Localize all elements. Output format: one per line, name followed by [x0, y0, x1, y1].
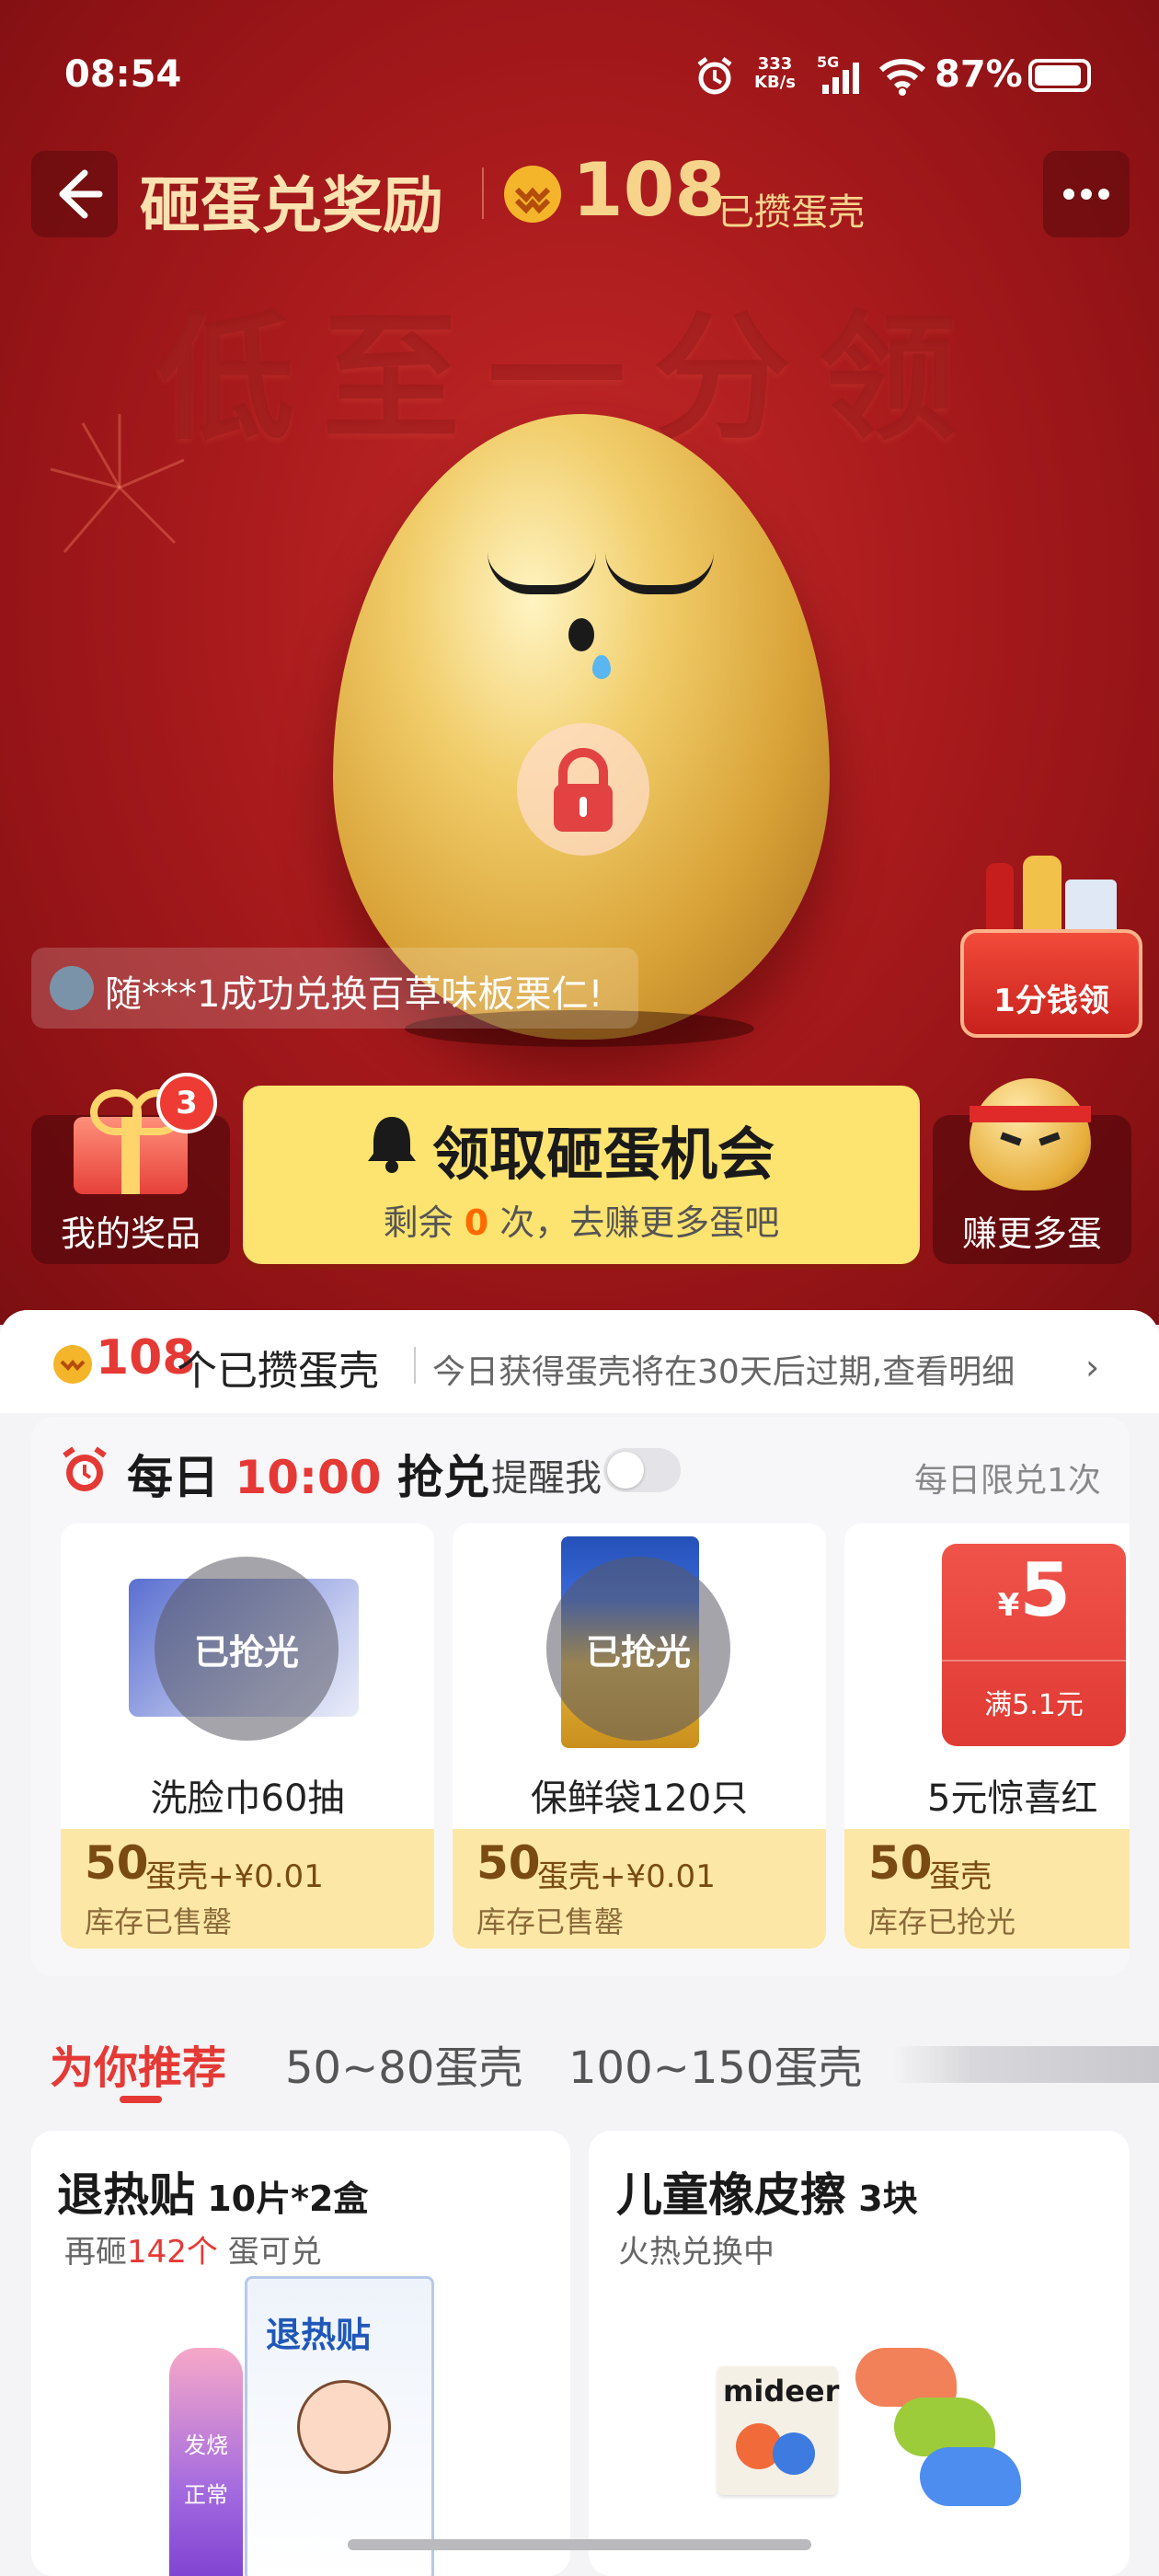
earn-more-label: 赚更多蛋 [961, 1213, 1102, 1254]
alarm-icon [694, 55, 736, 98]
tab-more-faded[interactable] [892, 2046, 1159, 2083]
summary-divider [414, 1347, 416, 1384]
basket-label: 1分钱领 [993, 983, 1109, 1019]
product-subtitle: 再砸142个 蛋可兑 [64, 2234, 322, 2271]
item-name: 洗脸巾60抽 [150, 1777, 345, 1820]
daily-flash-card: 每日 10:00 抢兑 提醒我 每日限兑1次 已抢光 洗脸巾60抽 50 蛋壳+… [31, 1417, 1130, 1976]
flash-item-face-towel[interactable]: 已抢光 洗脸巾60抽 50 蛋壳+¥0.01 库存已售罄 [61, 1524, 434, 1949]
title-divider [482, 167, 484, 219]
back-arrow-icon [59, 169, 103, 219]
prizes-count-badge: 3 [156, 1073, 217, 1133]
prizes-label: 我的奖品 [60, 1213, 201, 1254]
item-price-area: 50 蛋壳 库存已抢光 [844, 1829, 1130, 1949]
page-title: 砸蛋兑奖励 [140, 170, 443, 241]
header-shell-label: 已攒蛋壳 [717, 191, 865, 234]
home-indicator[interactable] [348, 2539, 811, 2550]
bell-icon [364, 1113, 419, 1174]
tab-recommend[interactable]: 为你推荐 [50, 2031, 226, 2096]
product-card-kids-eraser[interactable]: 儿童橡皮擦 3块 火热兑换中 mideer [589, 2131, 1130, 2576]
item-stock: 库存已抢光 [868, 1904, 1016, 1939]
item-stock: 库存已售罄 [476, 1904, 625, 1939]
sold-out-overlay: 已抢光 [546, 1557, 730, 1741]
product-title: 退热贴 10片*2盒 [57, 2168, 369, 2222]
right-eye [605, 552, 714, 594]
blue-eraser [920, 2447, 1021, 2506]
eggshell-coin-icon [504, 166, 561, 223]
flash-title: 每日 10:00 抢兑 [127, 1451, 489, 1504]
summary-label: 个已攒蛋壳 [177, 1348, 379, 1395]
cta-title: 领取砸蛋机会 [432, 1121, 775, 1188]
item-price-area: 50 蛋壳+¥0.01 库存已售罄 [61, 1829, 434, 1949]
get-smash-chance-button[interactable]: 领取砸蛋机会 剩余 0 次，去赚更多蛋吧 [243, 1086, 920, 1264]
product-card-fever-patch[interactable]: 退热贴 10片*2盒 再砸142个 蛋可兑 发烧 正常 退热贴 [31, 2131, 570, 2576]
item-price: 50 [476, 1836, 541, 1890]
remaining-count: 0 [464, 1202, 489, 1243]
golden-egg[interactable] [333, 414, 830, 1040]
battery-icon [1028, 59, 1091, 92]
my-prizes-button[interactable]: 3 我的奖品 [31, 1073, 230, 1264]
one-cent-basket[interactable]: 1分钱领 [960, 856, 1142, 1040]
net-speed: 333 KB/s [754, 54, 796, 92]
left-eye [488, 552, 596, 594]
ticker-text: 随***1成功兑换百草味板栗仁! [105, 973, 603, 1016]
flash-item-red-packet[interactable]: ¥5 满5.1元 5元惊喜红 50 蛋壳 库存已抢光 [844, 1524, 1130, 1949]
eggshell-coin-icon [53, 1345, 92, 1384]
clock: 08:54 [64, 53, 182, 96]
exchange-ticker: 随***1成功兑换百草味板栗仁! [31, 948, 638, 1029]
more-button[interactable] [1043, 151, 1130, 237]
item-price-unit: 蛋壳 [929, 1858, 992, 1895]
item-name: 5元惊喜红 [927, 1777, 1098, 1820]
wifi-icon [878, 57, 927, 96]
item-price: 50 [868, 1836, 933, 1890]
header-shell-count: 108 [572, 147, 726, 233]
headband-egg-icon [970, 1078, 1091, 1190]
summary-note: 今日获得蛋壳将在30天后过期,查看明细 [432, 1353, 1016, 1391]
fever-strip-image: 发烧 正常 [169, 2348, 243, 2576]
daily-limit: 每日限兑1次 [914, 1462, 1101, 1500]
tab-50-80[interactable]: 50~80蛋壳 [285, 2031, 522, 2096]
item-price-unit: 蛋壳+¥0.01 [537, 1858, 716, 1895]
item-price-area: 50 蛋壳+¥0.01 库存已售罄 [453, 1829, 826, 1949]
remind-toggle[interactable] [603, 1448, 681, 1492]
more-dots-icon [1063, 189, 1109, 200]
mouth [568, 618, 594, 651]
flash-item-cling-bags[interactable]: 已抢光 保鲜袋120只 50 蛋壳+¥0.01 库存已售罄 [453, 1524, 826, 1949]
product-title: 儿童橡皮擦 3块 [616, 2168, 918, 2222]
lock-icon [517, 723, 649, 856]
cta-subtitle: 剩余 0 次，去赚更多蛋吧 [383, 1202, 780, 1243]
remind-label: 提醒我 [491, 1457, 602, 1500]
drop-icon [592, 655, 611, 679]
coupon-image: ¥5 满5.1元 [942, 1544, 1126, 1746]
alarm-clock-icon [59, 1444, 110, 1496]
sold-out-overlay: 已抢光 [155, 1557, 339, 1741]
coupon-amount: ¥5 [997, 1547, 1071, 1633]
battery-percent: 87% [935, 53, 1023, 96]
earn-more-button[interactable]: 赚更多蛋 [933, 1078, 1131, 1264]
tab-indicator [120, 2096, 162, 2103]
item-price: 50 [85, 1836, 149, 1890]
item-stock: 库存已售罄 [85, 1904, 233, 1939]
eggshell-summary-row[interactable]: 108 个已攒蛋壳 今日获得蛋壳将在30天后过期,查看明细 › [0, 1310, 1159, 1413]
avatar [50, 966, 94, 1010]
item-price-unit: 蛋壳+¥0.01 [145, 1858, 324, 1895]
tab-100-150[interactable]: 100~150蛋壳 [568, 2031, 862, 2096]
coupon-condition: 满5.1元 [984, 1689, 1084, 1721]
category-tabs: 为你推荐 50~80蛋壳 100~150蛋壳 [0, 2015, 1159, 2116]
item-name: 保鲜袋120只 [530, 1777, 749, 1820]
chevron-right-icon: › [1085, 1347, 1100, 1387]
back-button[interactable] [31, 151, 118, 237]
signal-icon: 5G [817, 53, 865, 98]
fever-patch-box-image: 退热贴 [245, 2276, 434, 2576]
product-subtitle: 火热兑换中 [618, 2234, 775, 2271]
eraser-box-image: mideer [717, 2366, 839, 2495]
